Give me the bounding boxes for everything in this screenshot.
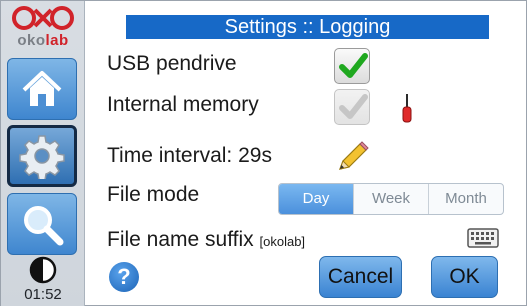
sidebar-item-search[interactable]	[7, 193, 77, 255]
help-button[interactable]: ?	[109, 262, 139, 292]
keyboard-icon[interactable]	[467, 228, 499, 248]
ok-button[interactable]: OK	[431, 256, 498, 298]
clock: 01:52	[24, 286, 62, 303]
logo-text-prefix: oko	[17, 32, 46, 49]
time-interval-label: Time interval: 29s	[107, 144, 272, 167]
file-name-suffix-label-text: File name suffix	[107, 228, 254, 251]
page-title: Settings :: Logging	[126, 15, 489, 39]
file-mode-week-option[interactable]: Week	[353, 184, 428, 214]
file-name-suffix-value: [okolab]	[259, 234, 306, 249]
logo-text: okolab	[1, 32, 85, 49]
contrast-icon[interactable]	[28, 255, 58, 285]
magnifier-icon	[24, 206, 64, 246]
gear-icon	[19, 135, 65, 179]
file-mode-segmented-control: Day Week Month	[278, 183, 504, 215]
usb-pendrive-label: USB pendrive	[107, 52, 237, 75]
file-mode-label: File mode	[107, 183, 200, 206]
file-mode-month-option[interactable]: Month	[428, 184, 503, 214]
home-icon	[22, 71, 62, 106]
cancel-button[interactable]: Cancel	[319, 256, 402, 298]
sidebar-item-settings[interactable]	[7, 125, 77, 187]
file-mode-day-option[interactable]: Day	[279, 184, 353, 214]
screwdriver-icon[interactable]	[400, 92, 414, 124]
settings-logging-screen: okolab 01:52 Settings:: Logging USB pen…	[0, 0, 527, 306]
sidebar-item-home[interactable]	[7, 58, 77, 120]
internal-memory-label: Internal memory	[107, 93, 259, 116]
internal-memory-checkbox[interactable]	[334, 89, 370, 125]
sidebar: okolab 01:52	[1, 1, 85, 306]
pencil-icon[interactable]	[335, 140, 371, 174]
checkmark-icon	[339, 53, 368, 78]
logo-text-suffix: lab	[45, 32, 69, 49]
checkmark-icon	[339, 94, 368, 119]
usb-pendrive-checkbox[interactable]	[334, 48, 370, 84]
file-name-suffix-label: File name suffix [okolab]	[107, 228, 305, 252]
